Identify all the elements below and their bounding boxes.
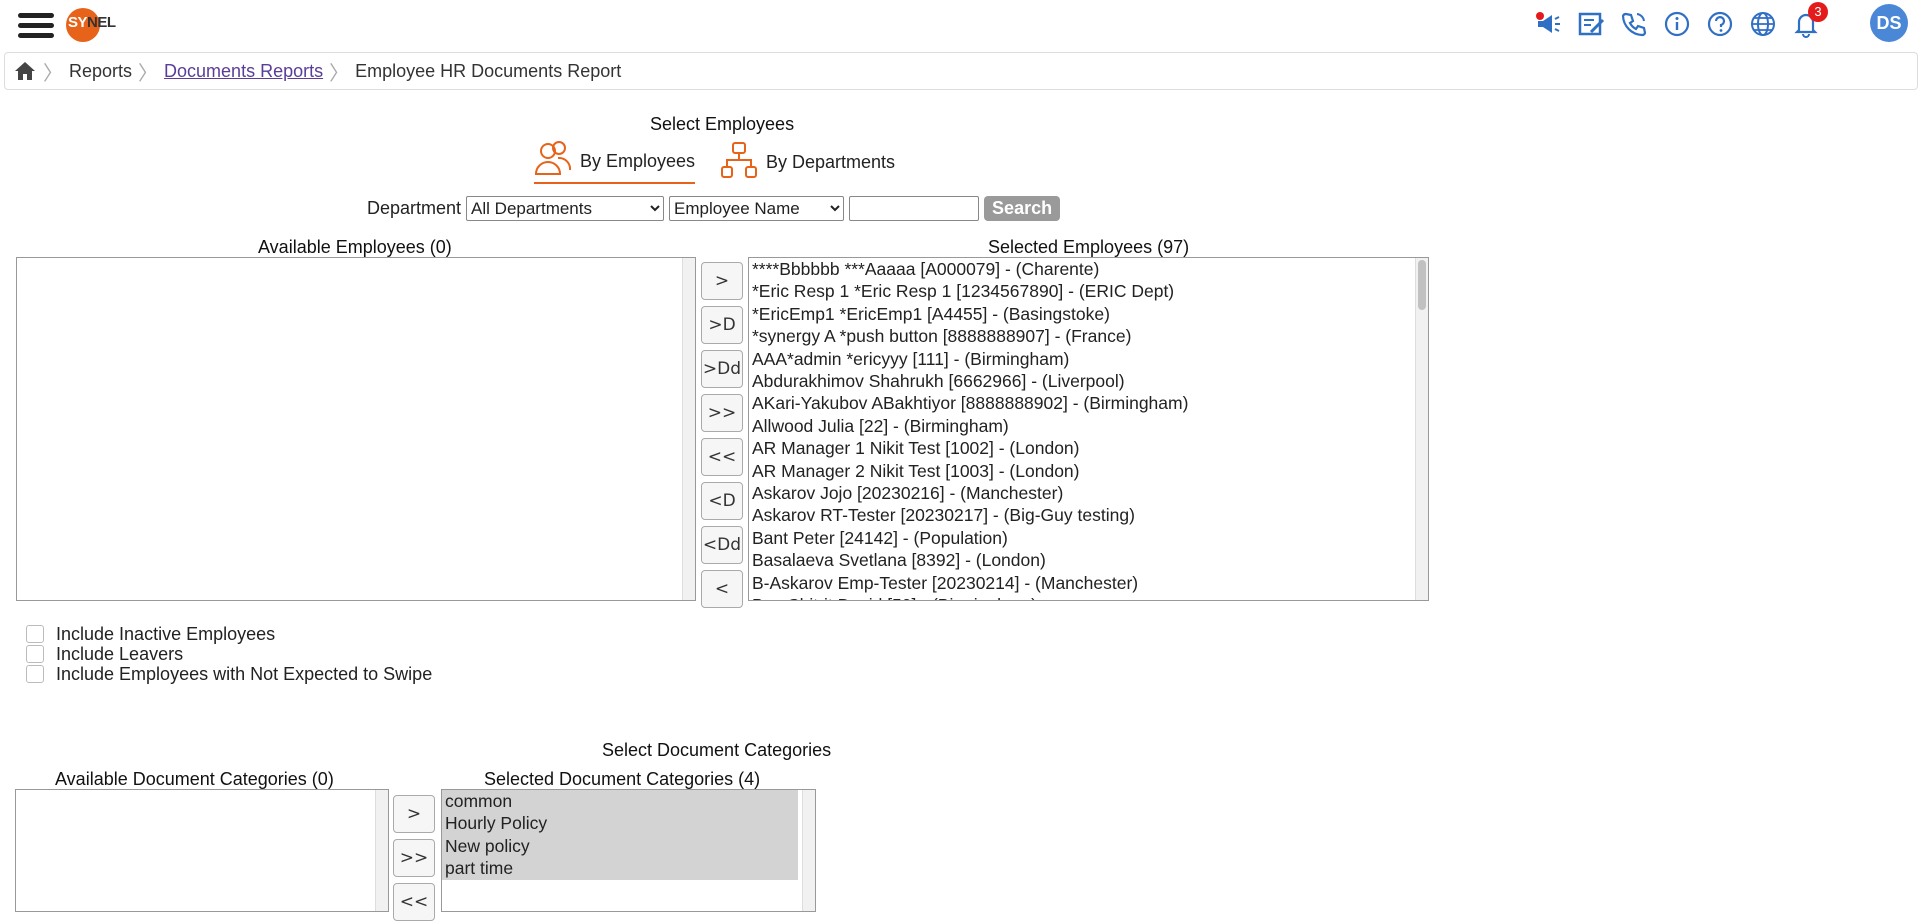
tab-by-departments-label: By Departments <box>766 151 896 172</box>
employee-filter-bar: Department All Departments Employee Name… <box>367 196 1061 221</box>
list-item[interactable]: part time <box>445 857 795 879</box>
logo-text: SYNEL <box>68 14 116 31</box>
category-move-right-button[interactable]: > <box>393 795 435 833</box>
notification-badge: 3 <box>1808 2 1828 22</box>
users-icon <box>534 140 572 183</box>
move-all-left-button[interactable]: << <box>701 438 743 476</box>
list-item[interactable]: Askarov RT-Tester [20230217] - (Big-Guy … <box>752 504 1425 526</box>
list-item[interactable]: common <box>445 790 795 812</box>
available-categories-title: Available Document Categories (0) <box>55 769 334 789</box>
info-icon[interactable] <box>1663 10 1691 38</box>
header-toolbar: 3 <box>1534 2 1870 44</box>
home-icon[interactable] <box>13 59 37 83</box>
include-not-expected-label: Include Employees with Not Expected to S… <box>56 663 433 684</box>
available-categories-list[interactable] <box>15 789 389 912</box>
employee-move-buttons: > >D >Dd >> << <D <Dd < <box>701 262 743 608</box>
category-move-buttons: > >> << <box>393 795 435 921</box>
bell-icon[interactable]: 3 <box>1792 2 1828 38</box>
tab-by-employees-label: By Employees <box>580 150 696 171</box>
selected-categories-list[interactable]: common Hourly Policy New policy part time <box>441 789 816 912</box>
list-item[interactable]: *synergy A *push button [8888888907] - (… <box>752 325 1425 347</box>
include-leavers-label: Include Leavers <box>56 643 184 664</box>
search-input[interactable] <box>849 196 980 221</box>
globe-icon[interactable] <box>1749 10 1777 38</box>
available-employees-list[interactable] <box>16 257 696 601</box>
menu-icon[interactable] <box>18 8 54 44</box>
list-item[interactable]: Hourly Policy <box>445 812 795 834</box>
selected-employees-title: Selected Employees (97) <box>988 237 1190 257</box>
scrollbar[interactable] <box>375 790 388 911</box>
scrollbar[interactable] <box>1415 258 1428 600</box>
select-employees-title: Select Employees <box>650 114 795 134</box>
list-item[interactable]: New policy <box>445 835 795 857</box>
list-item[interactable]: Allwood Julia [22] - (Birmingham) <box>752 415 1425 437</box>
scrollbar[interactable] <box>802 790 815 911</box>
list-item[interactable]: AAA*admin *ericyyy [111] - (Birmingham) <box>752 348 1425 370</box>
help-icon[interactable] <box>1706 10 1734 38</box>
list-item[interactable]: *Eric Resp 1 *Eric Resp 1 [1234567890] -… <box>752 280 1425 302</box>
select-categories-title: Select Document Categories <box>602 740 832 760</box>
org-chart-icon <box>720 141 758 184</box>
selected-categories-items: common Hourly Policy New policy part time <box>442 790 798 880</box>
list-item[interactable]: *EricEmp1 *EricEmp1 [A4455] - (Basingsto… <box>752 303 1425 325</box>
logo: SYNEL <box>64 6 120 44</box>
avatar[interactable]: DS <box>1870 4 1908 42</box>
tab-by-employees[interactable]: By Employees <box>534 140 696 184</box>
list-item[interactable]: AR Manager 1 Nikit Test [1002] - (London… <box>752 437 1425 459</box>
include-not-expected-option[interactable]: Include Employees with Not Expected to S… <box>26 664 432 684</box>
available-employees-title: Available Employees (0) <box>258 237 452 257</box>
list-item[interactable]: Abdurakhimov Shahrukh [6662966] - (Liver… <box>752 370 1425 392</box>
breadcrumb-separator: 〉 <box>329 62 350 85</box>
selected-employees-list[interactable]: ****Bbbbbb ***Aaaaa [A000079] - (Charent… <box>748 257 1429 601</box>
move-all-right-button[interactable]: >> <box>701 394 743 432</box>
include-inactive-checkbox[interactable] <box>26 625 44 643</box>
breadcrumb-reports[interactable]: Reports <box>69 61 132 82</box>
list-item[interactable]: Askarov Jojo [20230216] - (Manchester) <box>752 482 1425 504</box>
include-inactive-option[interactable]: Include Inactive Employees <box>26 624 432 644</box>
breadcrumb-current: Employee HR Documents Report <box>355 60 622 81</box>
move-departments-left-button[interactable]: <Dd <box>701 526 743 564</box>
breadcrumb-separator: 〉 <box>138 62 159 85</box>
selected-categories-title: Selected Document Categories (4) <box>484 769 761 789</box>
list-item[interactable]: AKari-Yakubov ABakhtiyor [8888888902] - … <box>752 392 1425 414</box>
include-leavers-option[interactable]: Include Leavers <box>26 644 432 664</box>
include-inactive-label: Include Inactive Employees <box>56 623 276 644</box>
department-select[interactable]: All Departments <box>466 196 665 221</box>
move-right-button[interactable]: > <box>701 262 743 300</box>
move-departments-right-button[interactable]: >Dd <box>701 350 743 388</box>
search-field-select[interactable]: Employee Name <box>669 196 845 221</box>
list-item[interactable]: B-Askarov Emp-Tester [20230214] - (Manch… <box>752 572 1425 594</box>
scrollbar-thumb[interactable] <box>1418 260 1426 310</box>
list-item[interactable]: Basalaeva Svetlana [8392] - (London) <box>752 549 1425 571</box>
tab-by-departments[interactable]: By Departments <box>720 140 895 184</box>
department-label: Department <box>367 198 462 218</box>
phone-icon[interactable] <box>1620 10 1648 38</box>
include-not-expected-checkbox[interactable] <box>26 665 44 683</box>
include-leavers-checkbox[interactable] <box>26 645 44 663</box>
list-item[interactable]: AR Manager 2 Nikit Test [1003] - (London… <box>752 460 1425 482</box>
breadcrumb-documents-reports[interactable]: Documents Reports <box>164 61 323 82</box>
list-item[interactable]: Bant Peter [24142] - (Population) <box>752 527 1425 549</box>
announcement-icon[interactable] <box>1534 10 1562 38</box>
scrollbar[interactable] <box>682 258 695 600</box>
move-left-button[interactable]: < <box>701 570 743 608</box>
category-move-all-right-button[interactable]: >> <box>393 839 435 877</box>
edit-note-icon[interactable] <box>1577 10 1605 38</box>
list-item[interactable]: Ben Shitrit David [50] - (Birmingham) <box>752 594 1425 600</box>
list-item[interactable]: ****Bbbbbb ***Aaaaa [A000079] - (Charent… <box>752 258 1425 280</box>
breadcrumb: 〉 Reports 〉 Documents Reports 〉 Employee… <box>4 52 1918 90</box>
move-department-left-button[interactable]: <D <box>701 482 743 520</box>
employee-options: Include Inactive Employees Include Leave… <box>26 624 432 684</box>
selected-employees-items: ****Bbbbbb ***Aaaaa [A000079] - (Charent… <box>749 258 1428 600</box>
category-move-all-left-button[interactable]: << <box>393 883 435 921</box>
breadcrumb-separator: 〉 <box>43 62 63 85</box>
move-department-right-button[interactable]: >D <box>701 306 743 344</box>
search-button[interactable]: Search <box>984 196 1061 221</box>
